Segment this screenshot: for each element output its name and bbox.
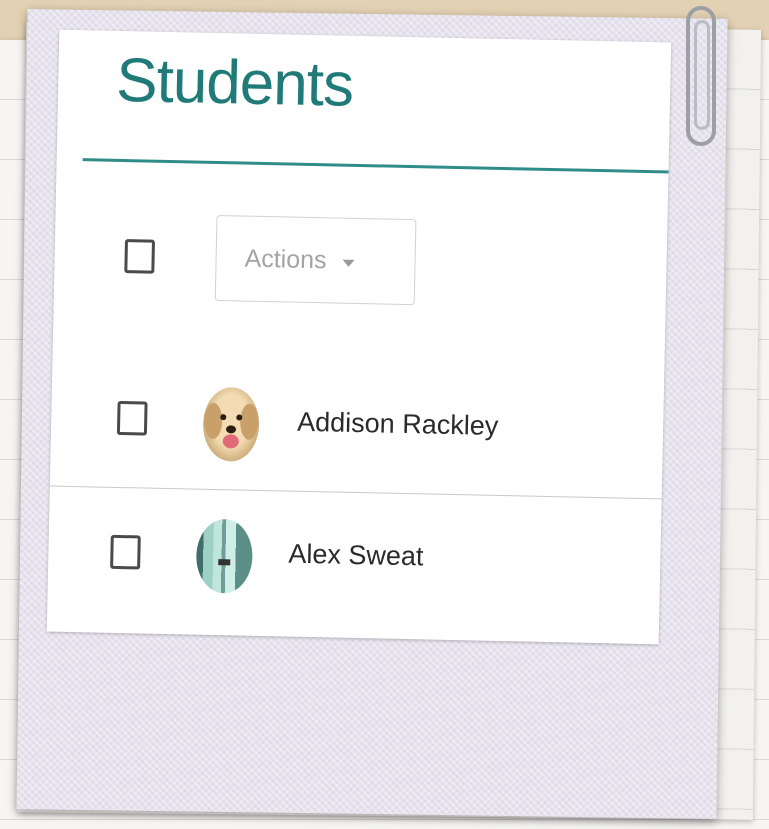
student-name[interactable]: Alex Sweat xyxy=(288,539,424,573)
title-divider xyxy=(82,158,672,174)
chevron-down-icon xyxy=(342,259,355,267)
student-checkbox[interactable] xyxy=(116,400,148,436)
page-title: Students xyxy=(115,45,354,120)
dog-avatar-icon xyxy=(202,386,260,462)
select-all-checkbox[interactable] xyxy=(124,239,155,274)
actions-dropdown[interactable]: Actions xyxy=(214,214,417,306)
actions-label: Actions xyxy=(244,244,327,274)
student-checkbox[interactable] xyxy=(110,534,141,570)
students-panel: Students Actions Addison Rackley Alex Sw… xyxy=(46,29,672,645)
photo-avatar-icon xyxy=(195,518,254,594)
student-row[interactable]: Alex Sweat xyxy=(47,492,662,635)
student-name[interactable]: Addison Rackley xyxy=(297,407,499,442)
student-row[interactable]: Addison Rackley xyxy=(50,350,665,493)
paperclip-inner xyxy=(694,20,710,130)
